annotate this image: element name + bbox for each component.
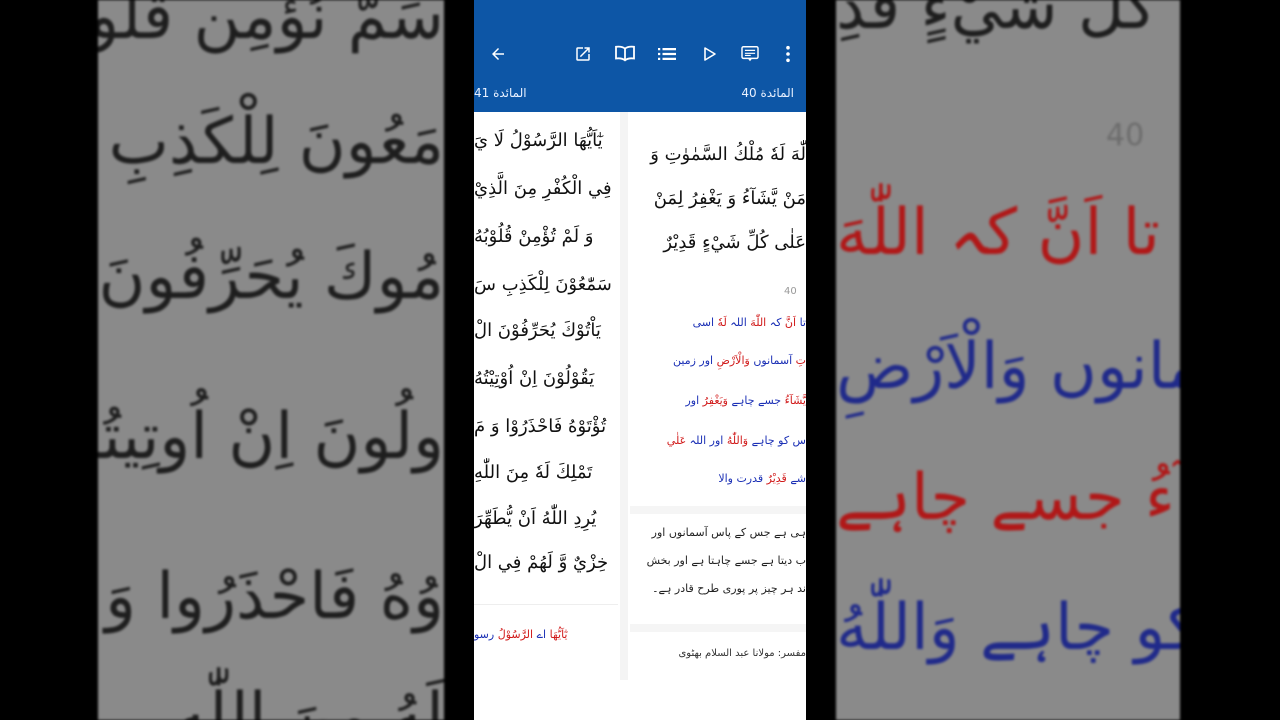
word-segment: اسی — [692, 316, 715, 329]
list-icon[interactable] — [653, 40, 681, 68]
arabic-line: عَلٰى كُلِّ شَيْءٍ قَدِيْرٌ — [663, 232, 806, 253]
word-segment: قدرت والا — [718, 472, 764, 485]
bg-line: تا اَنَّ كہ اللّٰهَ — [836, 196, 1160, 270]
word-segment: اللہ — [726, 316, 747, 329]
bg-line: تِ آسمانوں وَالْاَرْضِ — [836, 330, 1180, 404]
word-segment: وَيَغْفِرُ — [699, 394, 728, 407]
word-segment: اے — [533, 628, 547, 641]
arabic-line: يٰٓاَيُّهَا الرَّسُوْلُ لَا يَ — [474, 130, 603, 151]
open-book-icon[interactable] — [611, 40, 639, 68]
app-bar: المائدة 40 المائدة 41 — [474, 0, 806, 112]
arabic-line: خِزْيٌ وَّ لَهُمْ فِي الْ — [474, 552, 609, 573]
word-segment: عَلٰي — [666, 434, 687, 447]
translation-line: ند ہر چیز پر پوری طرح قادر ہے۔ — [652, 582, 806, 595]
open-external-icon[interactable] — [569, 40, 597, 68]
word-by-word-line: يٰٓاَيُّهَا اے الرَّسُوْلُ رسو — [474, 628, 568, 641]
word-segment: وَاللّٰهُ — [723, 434, 749, 447]
translation-line: ب دیتا ہے جسے چاہتا ہے اور بخش — [646, 554, 806, 567]
arabic-line: مَنْ يَّشَآءُ وَ يَغْفِرُ لِمَنْ — [653, 188, 806, 209]
word-by-word-line: يَّشَآءُ جسے چاہے وَيَغْفِرُ اور — [686, 394, 807, 407]
right-page-column[interactable]: لّٰهَ لَهٗ مُلْكُ السَّمٰوٰتِ وَ مَنْ يَ… — [630, 112, 806, 680]
word-segment: وَالْاَرْضِ — [713, 354, 750, 367]
verse-number: 40 — [784, 286, 797, 297]
arabic-line: تُؤْتَوْهُ فَاحْذَرُوْا وَ مَ — [474, 416, 607, 437]
arabic-line: سَمّٰعُوْنَ لِلْكَذِبِ سَ — [474, 274, 612, 295]
bg-line: لَهُ مِنَ اللّٰهِ — [173, 680, 444, 720]
word-segment: رسو — [474, 628, 495, 641]
word-segment: تِ — [792, 354, 806, 367]
section-gap — [630, 624, 806, 632]
mufassir-label: مفسر: مولانا عبد السلام بھٹوی — [678, 648, 806, 659]
more-vertical-icon[interactable] — [774, 40, 802, 68]
word-segment: اَنَّ — [781, 316, 797, 329]
page-divider — [620, 112, 628, 680]
back-arrow-icon[interactable] — [484, 40, 512, 68]
tab-page-current[interactable]: المائدة 40 — [741, 86, 794, 100]
background-right-blur: عَلَى كُلِّ شَيْءٍ قَدِ 40 تا اَنَّ كہ ا… — [836, 0, 1180, 720]
word-segment: جسے چاہے — [728, 394, 782, 407]
word-segment: اور زمین — [673, 354, 714, 367]
word-segment: آسمانوں — [749, 354, 793, 367]
tab-page-next[interactable]: المائدة 41 — [474, 86, 527, 100]
section-gap — [630, 506, 806, 514]
arabic-line: يَقُوْلُوْنَ اِنْ اُوْتِيْتُهُ — [474, 368, 595, 389]
word-segment: كہ — [766, 316, 782, 329]
bg-line: يَّشَآءُ جسے چاہے — [836, 461, 1180, 535]
word-segment: يٰٓاَيُّهَا — [546, 628, 568, 641]
background-left-blur: سَمَّ نُؤْمِن قُلُوبُهُ مَعُونَ لِلْكَذِ… — [98, 0, 444, 720]
bg-line: سَمَّ نُؤْمِن قُلُوبُهُ — [98, 0, 444, 54]
word-by-word-line: تِ آسمانوں وَالْاَرْضِ اور زمین — [673, 354, 806, 367]
word-segment: اللّٰهَ — [746, 316, 767, 329]
bg-line: ں کو چاہے وَاللّٰهُ — [836, 591, 1180, 665]
word-segment: شے — [786, 472, 806, 485]
arabic-line: يَاْتُوْكَ يُحَرِّفُوْنَ الْ — [474, 320, 601, 341]
word-by-word-line: شے قَدِيْرٌ قدرت والا — [718, 472, 806, 485]
word-by-word-line: تا اَنَّ كہ اللّٰهَ اللہ لَهٗ اسی — [693, 316, 806, 329]
arabic-line: وَ لَمْ تُؤْمِنْ قُلُوْبُهُ — [474, 226, 594, 247]
word-by-word-line: س کو چاہے وَاللّٰهُ اور اللہ عَلٰي — [667, 434, 806, 447]
arabic-line: يُرِدِ اللّٰهُ اَنْ يُّطَهِّرَ — [474, 508, 597, 529]
bg-line: مُوكَ يُحَرِّفُونَ الْ — [98, 240, 444, 314]
bottom-bar — [474, 680, 806, 720]
arabic-line: فِي الْكُفْرِ مِنَ الَّذِيْ — [474, 178, 612, 199]
translation-line: ہی ہے جس کے پاس آسمانوں اور — [651, 526, 806, 539]
separator — [474, 604, 618, 605]
page-content: يٰٓاَيُّهَا الرَّسُوْلُ لَا يَ فِي الْكُ… — [474, 112, 806, 680]
word-segment: الرَّسُوْلُ — [494, 628, 534, 641]
bg-line: وُهُ فَاحْذَرُوا وَ مَ — [98, 560, 444, 634]
bg-line: مَعُونَ لِلْكَذِبِ سَمّ — [98, 105, 444, 179]
word-segment: قَدِيْرٌ — [763, 472, 787, 485]
phone-screen: المائدة 40 المائدة 41 يٰٓاَيُّهَا الرَّس… — [474, 0, 806, 720]
word-segment: يَّشَآءُ — [781, 394, 806, 407]
word-segment: تا — [796, 316, 806, 329]
word-segment: اور — [685, 394, 700, 407]
word-segment: س کو چاہے — [748, 434, 806, 447]
bg-line: عَلَى كُلِّ شَيْءٍ قَدِ — [836, 0, 1180, 44]
bg-line: ولُونَ اِنْ اُوتِيتُهُ — [98, 400, 444, 474]
translate-icon[interactable] — [736, 40, 764, 68]
arabic-line: تَمْلِكَ لَهٗ مِنَ اللّٰهِ — [474, 462, 593, 483]
bg-verse-number: 40 — [1106, 118, 1145, 153]
arabic-line: لّٰهَ لَهٗ مُلْكُ السَّمٰوٰتِ وَ — [650, 144, 806, 165]
word-segment: لَهٗ — [714, 316, 727, 329]
word-segment: اور اللہ — [686, 434, 724, 447]
play-icon[interactable] — [695, 40, 723, 68]
left-page-column[interactable]: يٰٓاَيُّهَا الرَّسُوْلُ لَا يَ فِي الْكُ… — [474, 112, 618, 680]
